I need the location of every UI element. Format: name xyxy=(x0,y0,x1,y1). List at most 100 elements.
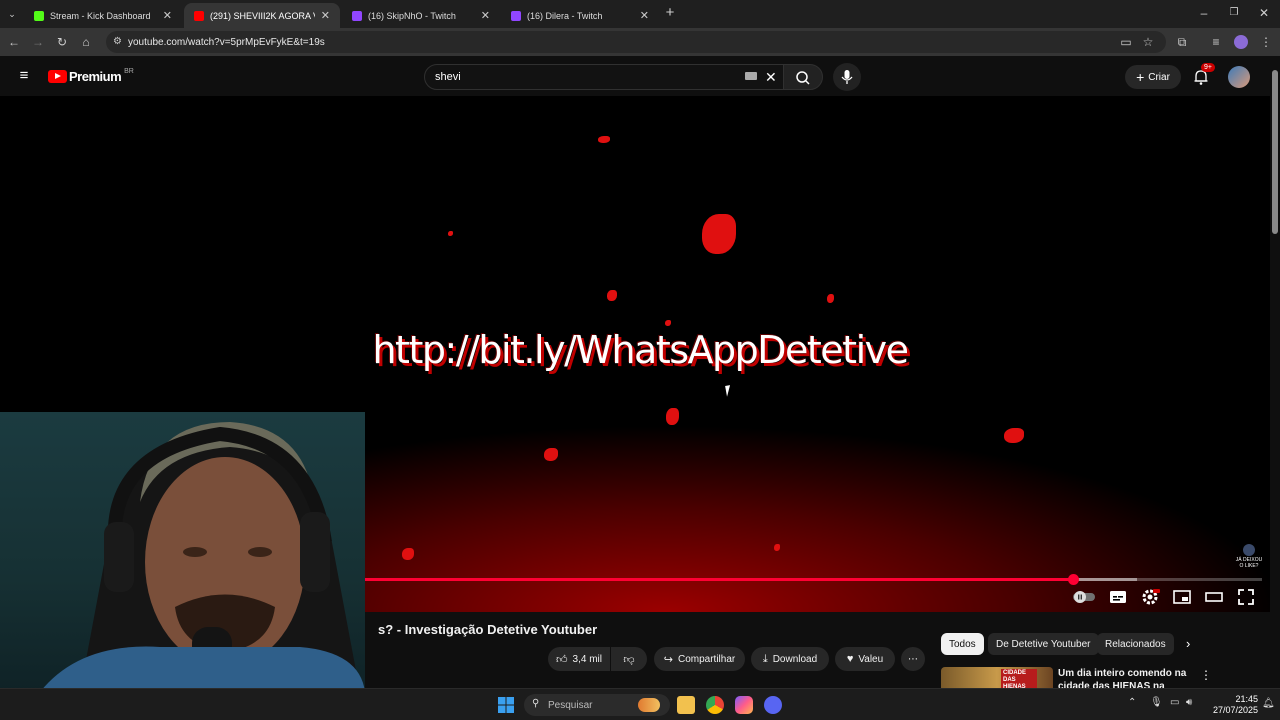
hamburger-menu-icon[interactable]: ≡ xyxy=(16,68,32,84)
thanks-label: Valeu xyxy=(858,653,884,665)
settings-button[interactable] xyxy=(1140,587,1160,607)
close-tab-icon[interactable]: ✕ xyxy=(640,9,649,22)
menu-kebab-icon[interactable]: ⋮ xyxy=(1258,34,1274,50)
thumbs-down-icon: 👎︎ xyxy=(623,653,635,666)
related-video-thumbnail[interactable]: CIDADE DAS HIENAS xyxy=(941,667,1053,692)
microphone-tray-icon[interactable]: 🎙︎ xyxy=(1150,697,1163,708)
tab-twitch-dilera[interactable]: (16) Dilera - Twitch ✕ xyxy=(501,3,659,28)
autoplay-toggle[interactable] xyxy=(1072,587,1096,607)
download-label: Download xyxy=(772,653,818,665)
related-video-title[interactable]: Um dia inteiro comendo na cidade das HIE… xyxy=(1058,667,1198,688)
reload-icon[interactable]: ↻ xyxy=(54,34,70,50)
profile-avatar[interactable] xyxy=(1234,35,1248,49)
tab-title: (16) SkipNhO - Twitch xyxy=(368,10,456,21)
network-icon[interactable]: ▭ xyxy=(1170,697,1179,708)
tab-youtube-active[interactable]: (291) SHEVIII2K AGORA VOU TE ✕ xyxy=(184,3,340,28)
tray-overflow-chevron-icon[interactable]: ⌃ xyxy=(1128,697,1136,708)
tab-twitch-skipnho[interactable]: (16) SkipNhO - Twitch ✕ xyxy=(342,3,500,28)
thanks-button[interactable]: ♥ Valeu xyxy=(835,647,895,671)
chip-todos[interactable]: Todos xyxy=(941,633,984,655)
extensions-icon[interactable]: ⧉ xyxy=(1174,34,1190,50)
like-reminder-badge: JÁ DEIXOU O LIKE? xyxy=(1234,544,1264,572)
home-icon[interactable]: ⌂ xyxy=(78,34,94,50)
page-scrollbar[interactable] xyxy=(1270,60,1280,688)
youtube-logo[interactable]: Premium BR xyxy=(48,68,134,84)
red-particle xyxy=(598,136,610,143)
create-button[interactable]: + Criar xyxy=(1125,65,1181,89)
fullscreen-button[interactable] xyxy=(1236,587,1256,607)
volume-icon[interactable]: 🔊︎ xyxy=(1186,697,1192,708)
restore-icon[interactable]: ❐ xyxy=(1226,5,1242,21)
red-particle xyxy=(1004,428,1024,443)
forward-icon[interactable]: → xyxy=(30,34,46,50)
related-more-icon[interactable]: ⋮ xyxy=(1200,668,1212,682)
close-tab-icon[interactable]: ✕ xyxy=(481,9,490,22)
search-button[interactable] xyxy=(783,64,823,90)
chrome-icon[interactable] xyxy=(706,696,724,714)
chip-relacionados[interactable]: Relacionados xyxy=(1097,633,1174,655)
subtitles-button[interactable] xyxy=(1108,587,1128,607)
plus-icon: + xyxy=(1136,69,1145,85)
red-particle xyxy=(702,214,736,254)
fullscreen-icon xyxy=(1238,589,1254,605)
chip-label: De Detetive Youtuber xyxy=(996,638,1091,650)
taskbar-search-input[interactable]: ⚲ Pesquisar xyxy=(524,694,670,716)
tab-title: (291) SHEVIII2K AGORA VOU TE xyxy=(210,10,315,21)
address-bar[interactable]: ⚙ youtube.com/watch?v=5prMpEvFykE&t=19s xyxy=(106,31,1166,53)
file-explorer-icon[interactable] xyxy=(677,696,695,714)
chip-de-detetive-youtuber[interactable]: De Detetive Youtuber xyxy=(988,633,1099,655)
search-icon xyxy=(796,71,810,85)
red-particle xyxy=(666,408,679,425)
new-tab-icon[interactable]: + xyxy=(662,5,678,21)
theater-mode-button[interactable] xyxy=(1204,587,1224,607)
clear-search-icon[interactable]: ✕ xyxy=(765,65,777,89)
notification-center-icon[interactable]: 🔔︎ xyxy=(1262,698,1275,709)
scrubber-handle[interactable] xyxy=(1067,574,1079,585)
red-particle xyxy=(448,231,453,236)
youtube-icon xyxy=(194,10,204,21)
taskbar-search-placeholder: Pesquisar xyxy=(548,699,593,711)
like-button[interactable]: 👍︎ 3,4 mil xyxy=(548,647,610,671)
scrollbar-thumb[interactable] xyxy=(1272,70,1278,234)
search-highlight-icon xyxy=(638,698,660,712)
video-title: s? - Investigação Detetive Youtuber xyxy=(378,622,598,637)
system-clock[interactable]: 21:45 27/07/2025 xyxy=(1202,694,1258,716)
clock-date: 27/07/2025 xyxy=(1212,705,1258,715)
red-particle xyxy=(665,320,671,326)
browser-toolbar: ← → ↻ ⌂ ⚙ youtube.com/watch?v=5prMpEvFyk… xyxy=(0,28,1280,56)
red-particle xyxy=(774,544,780,551)
miniplayer-button[interactable] xyxy=(1172,587,1192,607)
tab-search-chevron-icon[interactable]: ⌄ xyxy=(4,6,20,22)
more-actions-button[interactable]: ⋯ xyxy=(901,647,925,671)
create-label: Criar xyxy=(1148,71,1170,83)
keyboard-icon[interactable] xyxy=(745,72,757,80)
media-controls-icon[interactable]: ≡ xyxy=(1208,34,1224,50)
close-window-icon[interactable]: ✕ xyxy=(1256,5,1272,21)
share-arrow-icon: ↪ xyxy=(663,653,673,666)
copilot-icon[interactable] xyxy=(735,696,753,714)
share-button[interactable]: ↪ Compartilhar xyxy=(654,647,745,671)
download-button[interactable]: ⤓ Download xyxy=(751,647,829,671)
mouse-cursor-icon xyxy=(725,384,737,397)
back-icon[interactable]: ← xyxy=(6,34,22,50)
chips-next-chevron-icon[interactable]: › xyxy=(1186,636,1190,651)
close-tab-icon[interactable]: ✕ xyxy=(321,9,330,22)
gear-icon xyxy=(1142,589,1160,605)
minimize-icon[interactable]: – xyxy=(1196,5,1212,21)
search-input[interactable]: shevi ✕ xyxy=(424,64,784,90)
tab-kick-dashboard[interactable]: Stream - Kick Dashboard ✕ xyxy=(24,3,182,28)
windows-start-icon[interactable] xyxy=(497,696,515,714)
discord-icon[interactable] xyxy=(764,696,782,714)
bookmark-star-icon[interactable]: ☆ xyxy=(1140,34,1156,50)
close-tab-icon[interactable]: ✕ xyxy=(163,9,172,22)
voice-search-button[interactable] xyxy=(833,63,861,91)
red-particle xyxy=(827,294,834,303)
more-horizontal-icon: ⋯ xyxy=(908,653,918,665)
like-reminder-text: JÁ DEIXOU O LIKE? xyxy=(1235,557,1263,569)
account-avatar[interactable] xyxy=(1228,66,1250,88)
dislike-button[interactable]: 👎︎ xyxy=(611,647,647,671)
notifications-button[interactable]: 9+ xyxy=(1192,63,1215,86)
site-info-icon[interactable]: ⚙ xyxy=(113,36,122,47)
cast-icon[interactable]: ▭ xyxy=(1118,34,1134,50)
search-icon: ⚲ xyxy=(532,698,540,709)
